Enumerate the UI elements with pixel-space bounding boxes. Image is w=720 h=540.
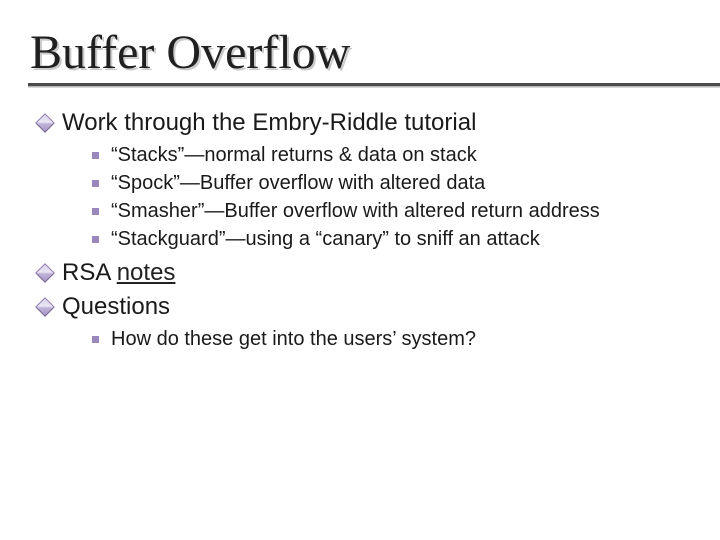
list-text: “Smasher”—Buffer overflow with altered r…	[111, 198, 600, 224]
list-item: “Stacks”—normal returns & data on stack	[92, 142, 690, 168]
square-icon	[92, 236, 99, 243]
square-icon	[92, 336, 99, 343]
square-icon	[92, 152, 99, 159]
bullet-text: Work through the Embry-Riddle tutorial	[62, 108, 476, 138]
list-text: “Stacks”—normal returns & data on stack	[111, 142, 477, 168]
square-icon	[92, 208, 99, 215]
square-icon	[92, 180, 99, 187]
slide: Buffer Overflow Work through the Embry-R…	[0, 0, 720, 352]
title-wrap: Buffer Overflow	[30, 28, 690, 80]
list-item: How do these get into the users’ system?	[92, 326, 690, 352]
bullet-item-tutorial: Work through the Embry-Riddle tutorial	[38, 108, 690, 138]
list-item: “Smasher”—Buffer overflow with altered r…	[92, 198, 690, 224]
list-text: “Spock”—Buffer overflow with altered dat…	[111, 170, 485, 196]
list-text: “Stackguard”—using a “canary” to sniff a…	[111, 226, 540, 252]
rsa-prefix: RSA	[62, 259, 117, 286]
bullet-text: RSA notes	[62, 258, 175, 288]
title-underline	[28, 83, 720, 86]
bullet-item-questions: Questions	[38, 292, 690, 322]
diamond-icon	[35, 263, 55, 283]
rsa-notes-link[interactable]: notes	[117, 259, 176, 286]
sub-list-questions: How do these get into the users’ system?	[92, 326, 690, 352]
list-item: “Spock”—Buffer overflow with altered dat…	[92, 170, 690, 196]
list-item: “Stackguard”—using a “canary” to sniff a…	[92, 226, 690, 252]
list-text: How do these get into the users’ system?	[111, 326, 476, 352]
sub-list-tutorial: “Stacks”—normal returns & data on stack …	[92, 142, 690, 252]
diamond-icon	[35, 297, 55, 317]
content: Work through the Embry-Riddle tutorial “…	[30, 98, 690, 352]
bullet-item-rsa: RSA notes	[38, 258, 690, 288]
bullet-text: Questions	[62, 292, 170, 322]
page-title: Buffer Overflow	[30, 28, 690, 78]
diamond-icon	[35, 113, 55, 133]
